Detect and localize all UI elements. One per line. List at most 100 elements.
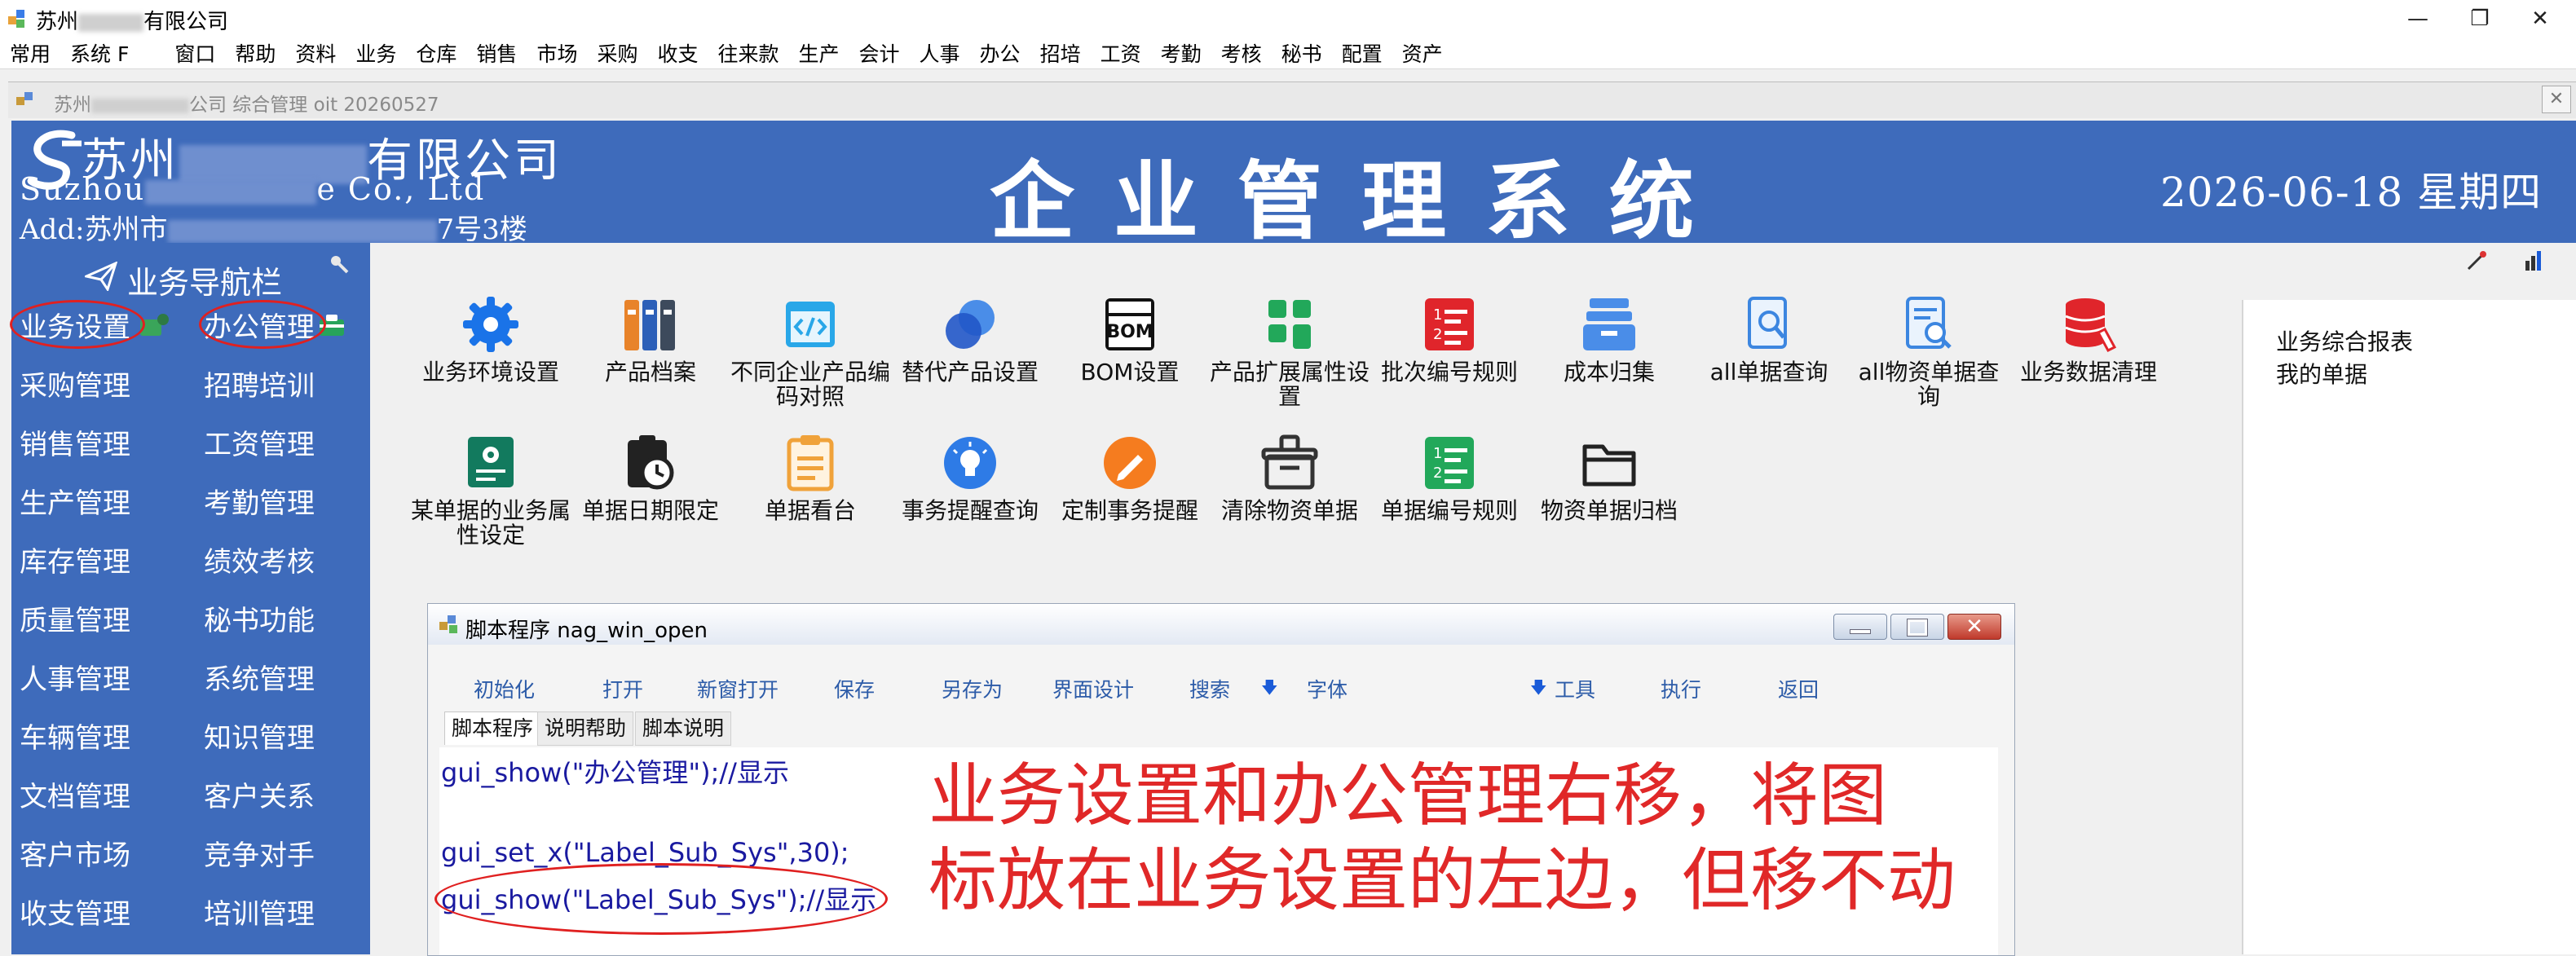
script-editor[interactable]: gui_show("办公管理");//显示 gui_set_x("Label_S… — [434, 747, 1998, 955]
function-tile[interactable]: 不同企业产品编码对照 — [730, 293, 890, 409]
menu-item[interactable]: 销售 — [466, 38, 527, 68]
menu-item[interactable]: 工资 — [1091, 38, 1151, 68]
menu-item[interactable]: 人事 — [910, 38, 970, 68]
menu-item[interactable]: 考勤 — [1151, 38, 1211, 68]
function-tile[interactable]: 产品扩展属性设置 — [1210, 293, 1370, 409]
function-tile[interactable]: BOM BOM设置 — [1050, 293, 1210, 385]
toolbar-button[interactable]: 工具 — [1555, 674, 1595, 703]
function-tile[interactable]: 事务提醒查询 — [890, 432, 1050, 523]
sidebar-item-right[interactable]: 客户关系 — [204, 774, 315, 814]
function-tile[interactable]: 定制事务提醒 — [1050, 432, 1210, 523]
menu-item[interactable]: 资料 — [285, 38, 346, 68]
function-tile-label: 业务环境设置 — [421, 359, 559, 385]
sidebar-item-left[interactable]: 人事管理 — [20, 657, 130, 697]
grid-icon — [1259, 293, 1321, 355]
pen-tool-icon[interactable] — [2465, 249, 2488, 272]
sidebar-item-left[interactable]: 客户市场 — [20, 833, 130, 873]
function-tile[interactable]: 1 2 批次编号规则 — [1370, 293, 1529, 385]
menu-item[interactable]: 会计 — [849, 38, 910, 68]
menu-item[interactable]: 考核 — [1211, 38, 1272, 68]
function-tile[interactable]: 业务数据清理 — [2009, 293, 2168, 385]
script-window-caption: 脚本程序 nag_win_open ✕ — [428, 604, 2014, 645]
script-tab[interactable]: 说明帮助 — [537, 711, 634, 746]
toolbar-button[interactable]: 新窗打开 — [697, 674, 779, 703]
tools-dropdown-arrow-icon[interactable]: 🡇 — [1530, 676, 1547, 703]
script-tab[interactable]: 脚本说明 — [635, 711, 732, 746]
close-button[interactable]: ✕ — [2503, 0, 2576, 37]
menu-item[interactable]: 窗口 — [165, 38, 225, 68]
function-tile[interactable]: 业务环境设置 — [411, 293, 571, 385]
toolbar-button[interactable]: 界面设计 — [1052, 674, 1134, 703]
function-tile-label: 业务数据清理 — [2019, 359, 2157, 385]
mdi-close-button[interactable]: ✕ — [2542, 86, 2571, 113]
bulb-icon — [939, 432, 1001, 494]
script-minimize-button[interactable] — [1833, 614, 1887, 640]
sidebar-item-right[interactable]: 招聘培训 — [204, 363, 315, 403]
menu-item[interactable]: 仓库 — [406, 38, 466, 68]
function-tile[interactable]: all物资单据查询 — [1849, 293, 2009, 409]
script-tab[interactable]: 脚本程序 — [444, 711, 541, 745]
function-tile[interactable]: 某单据的业务属性设定 — [411, 432, 571, 548]
sidebar-item-right[interactable]: 秘书功能 — [204, 598, 315, 638]
function-tile[interactable]: 成本归集 — [1529, 293, 1689, 385]
menu-item[interactable]: 资产 — [1392, 38, 1453, 68]
menu-item[interactable]: 采购 — [587, 38, 647, 68]
app-icon — [7, 8, 28, 29]
toolbar-button[interactable]: 执行 — [1661, 674, 1701, 703]
menu-item[interactable]: 办公 — [970, 38, 1030, 68]
toolbar-button[interactable]: 保存 — [834, 674, 875, 703]
sidebar-item-right[interactable]: 工资管理 — [204, 422, 315, 462]
sidebar-item-left[interactable]: 收支管理 — [20, 892, 130, 932]
toolbar-button[interactable]: 初始化 — [474, 674, 535, 703]
menu-item[interactable]: 系统 F — [60, 38, 165, 68]
annotation-text: 标放在业务设置的左边，但移不动 — [929, 840, 1956, 920]
menu-item[interactable]: 收支 — [647, 38, 708, 68]
function-tile[interactable]: 产品档案 — [571, 293, 730, 385]
toolbar-button[interactable]: 返回 — [1778, 674, 1819, 703]
function-tile[interactable]: 物资单据归档 — [1529, 432, 1689, 523]
script-maximize-button[interactable] — [1890, 614, 1944, 640]
sidebar-item-left[interactable]: 文档管理 — [20, 774, 130, 814]
sidebar-item-right[interactable]: 知识管理 — [204, 716, 315, 756]
sidebar-item-left[interactable]: 采购管理 — [20, 363, 130, 403]
toolbar-button[interactable]: 打开 — [602, 674, 643, 703]
chart-tool-icon[interactable] — [2522, 249, 2545, 272]
search-dropdown-arrow-icon[interactable]: 🡇 — [1261, 676, 1278, 703]
menu-item[interactable]: 秘书 — [1272, 38, 1332, 68]
toolbar-button[interactable]: 搜索 — [1189, 674, 1230, 703]
sidebar-item-right[interactable]: 系统管理 — [204, 657, 315, 697]
menu-item[interactable]: 招培 — [1030, 38, 1091, 68]
menu-item[interactable]: 市场 — [527, 38, 587, 68]
menu-item[interactable]: 业务 — [346, 38, 406, 68]
menu-item[interactable]: 配置 — [1332, 38, 1392, 68]
sidebar-item-left[interactable]: 生产管理 — [20, 481, 130, 521]
function-tile[interactable]: 单据看台 — [730, 432, 890, 523]
business-report-link[interactable]: 业务综合报表 — [2276, 324, 2413, 357]
sidebar-item-left[interactable]: 质量管理 — [20, 598, 130, 638]
menu-item[interactable]: 常用 — [0, 38, 60, 68]
sidebar-item-right[interactable]: 竞争对手 — [204, 833, 315, 873]
sidebar-item-right[interactable]: 考勤管理 — [204, 481, 315, 521]
toolbar-button[interactable]: 另存为 — [942, 674, 1003, 703]
function-tile[interactable]: all单据查询 — [1689, 293, 1849, 385]
svg-text:2: 2 — [1433, 326, 1442, 343]
sidebar-item-left[interactable]: 车辆管理 — [20, 716, 130, 756]
sidebar-item-right[interactable]: 培训管理 — [204, 892, 315, 932]
my-documents-link[interactable]: 我的单据 — [2276, 357, 2367, 390]
script-close-button[interactable]: ✕ — [1947, 614, 2001, 640]
toolbar-button[interactable]: 字体 — [1307, 674, 1348, 703]
sidebar-item-left[interactable]: 库存管理 — [20, 540, 130, 579]
folder-icon — [1578, 432, 1640, 494]
pin-icon[interactable] — [326, 251, 351, 275]
function-tile[interactable]: 1 2 单据编号规则 — [1370, 432, 1529, 523]
sidebar-item-left[interactable]: 销售管理 — [20, 422, 130, 462]
menu-item[interactable]: 帮助 — [225, 38, 285, 68]
function-tile[interactable]: 替代产品设置 — [890, 293, 1050, 385]
menu-item[interactable]: 往来款 — [708, 38, 788, 68]
sidebar-item-right[interactable]: 绩效考核 — [204, 540, 315, 579]
function-tile[interactable]: 单据日期限定 — [571, 432, 730, 523]
clipboard-icon — [779, 432, 841, 494]
annotation-circle — [434, 863, 888, 935]
menu-item[interactable]: 生产 — [789, 38, 849, 68]
function-tile[interactable]: 清除物资单据 — [1210, 432, 1370, 523]
